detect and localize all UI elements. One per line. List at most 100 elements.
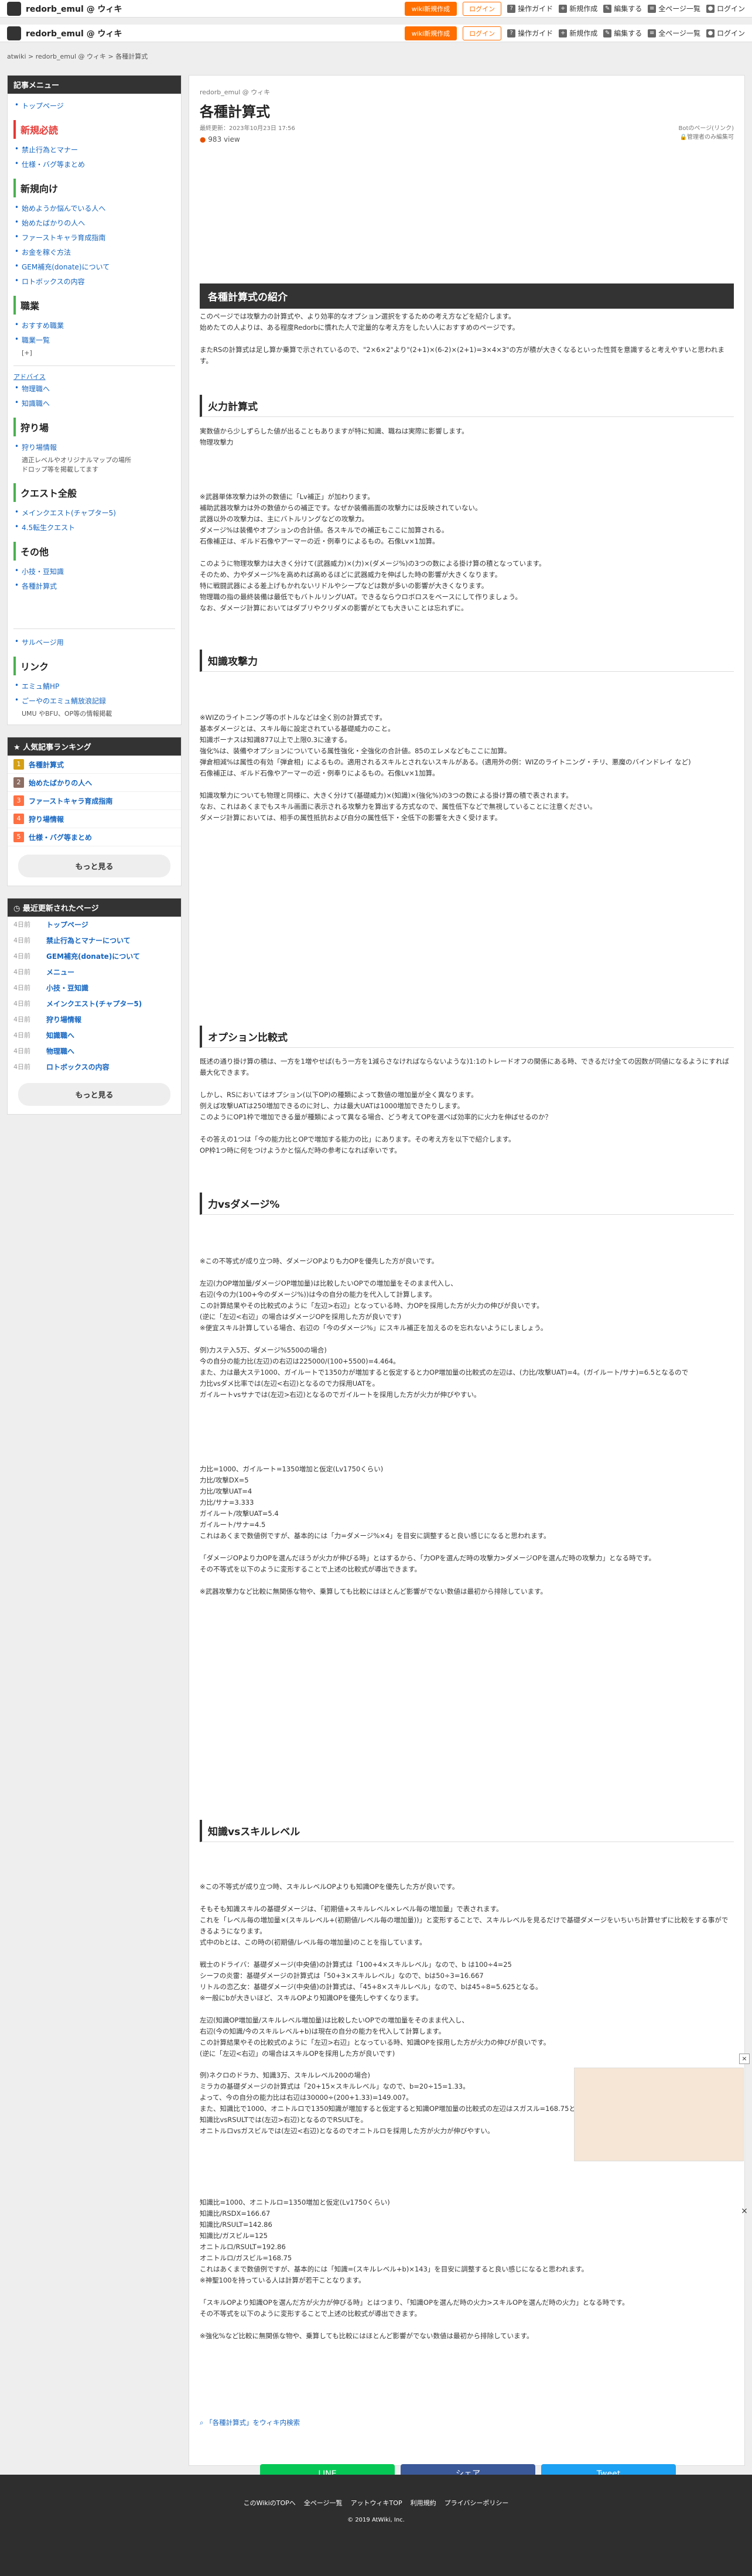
ranking-link[interactable]: ファーストキャラ育成指南 — [29, 796, 112, 806]
ranking-item[interactable]: 1 各種計算式 — [8, 756, 181, 774]
site-logo[interactable] — [7, 1, 21, 16]
recent-link[interactable]: 狩り場情報 — [46, 1014, 81, 1024]
recent-link[interactable]: メインクエスト(チャプター5) — [46, 999, 142, 1009]
sidebar-item[interactable]: 各種計算式 — [13, 579, 175, 593]
sidebar-item[interactable]: エミュ鯖HP — [13, 679, 175, 693]
sidebar-item[interactable]: 知識職へ — [13, 396, 175, 411]
sidebar-item[interactable]: 小技・豆知識 — [13, 564, 175, 579]
footer-link[interactable]: アットウィキTOP — [351, 2498, 402, 2507]
footer-link[interactable]: プライバシーポリシー — [445, 2498, 509, 2507]
recent-link[interactable]: 禁止行為とマナーについて — [46, 935, 131, 945]
site-title[interactable]: redorb_emul @ ウィキ — [26, 28, 122, 39]
edit-link[interactable]: ✎ 編集する — [603, 28, 642, 38]
recent-link[interactable]: 知識職へ — [46, 1030, 74, 1040]
ranking-link[interactable]: 狩り場情報 — [29, 814, 64, 824]
sidebar-item[interactable]: お金を稼ぐ方法 — [13, 245, 175, 259]
expand-toggle[interactable]: [+] — [13, 347, 175, 360]
ranking-item[interactable]: 3 ファーストキャラ育成指南 — [8, 792, 181, 810]
phys-text-2: ※武器単体攻撃力は外の数値に「Lv補正」が加わります。 補助武器攻撃力は外の数値… — [200, 493, 546, 612]
bot-link[interactable]: Botのページ(リンク) — [678, 123, 734, 132]
recent-date: 4日前 — [13, 1063, 30, 1071]
recent-item[interactable]: 4日前 メインクエスト(チャプター5) — [8, 996, 181, 1012]
footer-links: このWikiのTOPへ 全ページ一覧 アットウィキTOP 利用規約 プライバシーポリシー — [0, 2498, 752, 2507]
footer-link[interactable]: このWikiのTOPへ — [244, 2498, 296, 2507]
ranking-item[interactable]: 2 始めたばかりの人へ — [8, 774, 181, 792]
recent-date: 4日前 — [13, 952, 30, 960]
all-pages-link[interactable]: ≡ 全ページ一覧 — [648, 28, 700, 38]
section-new: 新規向け — [13, 179, 175, 197]
recent-item[interactable]: 4日前 小技・豆知識 — [8, 980, 181, 996]
sidebar-item[interactable]: おすすめ職業 — [13, 318, 175, 333]
ranking-item[interactable]: 4 狩り場情報 — [8, 810, 181, 828]
sidebar-item[interactable]: 狩り場情報 — [13, 440, 175, 455]
recent-link[interactable]: GEM補充(donate)について — [46, 951, 140, 961]
fire-icon: ● — [200, 135, 208, 144]
wiki-create-button[interactable]: wiki新規作成 — [404, 26, 457, 40]
sidebar-item[interactable]: 職業一覧 — [13, 333, 175, 347]
ranking-link[interactable]: 始めたばかりの人へ — [29, 778, 92, 788]
lock-icon: 🔒 — [679, 134, 687, 141]
login-top-button[interactable]: ログイン — [463, 26, 502, 40]
ranking-item[interactable]: 5 仕様・バグ等まとめ — [8, 828, 181, 846]
sidebar-item[interactable]: 禁止行為とマナー — [13, 142, 175, 157]
recent-item[interactable]: 4日前 狩り場情報 — [8, 1012, 181, 1027]
sidebar-item[interactable]: 物理職へ — [13, 381, 175, 396]
ranking-link[interactable]: 仕様・バグ等まとめ — [29, 832, 92, 842]
recent-item[interactable]: 4日前 ロトボックスの内容 — [8, 1059, 181, 1075]
guide-link[interactable]: ? 操作ガイド — [507, 4, 553, 13]
recent-item[interactable]: 4日前 トップページ — [8, 917, 181, 932]
ad-close-icon[interactable]: × — [739, 2054, 750, 2064]
sidebar-item[interactable]: 始めたばかりの人へ — [13, 216, 175, 230]
recent-item[interactable]: 4日前 禁止行為とマナーについて — [8, 932, 181, 948]
sidebar-item[interactable]: ロトボックスの内容 — [13, 274, 175, 289]
login-top-button[interactable]: ログイン — [463, 1, 502, 16]
edit-link[interactable]: ✎ 編集する — [603, 4, 642, 13]
sidebar-item[interactable]: 仕様・バグ等まとめ — [13, 157, 175, 172]
wiki-create-button[interactable]: wiki新規作成 — [404, 1, 457, 16]
sidebar-item[interactable]: ごーやのエミュ鯖放浪記録 — [13, 693, 175, 708]
ranking-more-button[interactable]: もっと見る — [18, 855, 170, 877]
recent-link[interactable]: 物理職へ — [46, 1046, 74, 1056]
guide-link[interactable]: ? 操作ガイド — [507, 28, 553, 38]
site-title[interactable]: redorb_emul @ ウィキ — [26, 3, 122, 15]
recent-item[interactable]: 4日前 物理職へ — [8, 1043, 181, 1059]
recent-link[interactable]: メニュー — [46, 967, 74, 977]
all-pages-link[interactable]: ≡ 全ページ一覧 — [648, 4, 700, 13]
section-intro-heading: 各種計算式の紹介 — [200, 283, 734, 309]
sidebar: 記事メニュー トップページ 新規必読 禁止行為とマナー 仕様・バグ等まとめ 新規… — [7, 75, 182, 1126]
recent-link[interactable]: 小技・豆知識 — [46, 983, 88, 993]
ranking-link[interactable]: 各種計算式 — [29, 760, 64, 770]
footer-link[interactable]: 全ページ一覧 — [304, 2498, 343, 2507]
footer-link[interactable]: 利用規約 — [411, 2498, 436, 2507]
site-logo[interactable] — [7, 26, 21, 40]
page-title: 各種計算式 — [200, 104, 270, 120]
sidebar-item[interactable]: GEM補充(donate)について — [13, 259, 175, 274]
sidebar-item[interactable]: ファーストキャラ育成指南 — [13, 230, 175, 245]
sidebar-item-top[interactable]: トップページ — [13, 98, 175, 113]
recent-box: ◷ 最近更新されたページ 4日前 トップページ 4日前 禁止行為とマナーについて 4日前… — [7, 898, 182, 1115]
new-page-link[interactable]: + 新規作成 — [559, 28, 597, 38]
sidebar-item[interactable]: メインクエスト(チャプター5) — [13, 505, 175, 520]
recent-item[interactable]: 4日前 GEM補充(donate)について — [8, 948, 181, 964]
recent-date: 4日前 — [13, 1047, 30, 1055]
new-page-link[interactable]: + 新規作成 — [559, 4, 597, 13]
main-crumb[interactable]: redorb_emul @ ウィキ — [200, 87, 734, 97]
login-link[interactable]: ● ログイン — [706, 4, 745, 13]
recent-link[interactable]: トップページ — [46, 920, 88, 930]
recent-item[interactable]: 4日前 知識職へ — [8, 1027, 181, 1043]
ad-close-icon-2[interactable]: × — [739, 2206, 750, 2216]
rank-number: 5 — [13, 832, 24, 842]
ranking-list: 1 各種計算式 2 始めたばかりの人へ 3 ファーストキャラ育成指南 4 狩り場情報 5 仕様・バ… — [8, 756, 181, 846]
advice-heading[interactable]: アドバイス — [13, 372, 175, 381]
wiki-search-link[interactable]: ⌕ 「各種計算式」をウィキ内検索 — [200, 2417, 734, 2428]
sidebar-item[interactable]: サルベージ用 — [13, 635, 175, 650]
recent-item[interactable]: 4日前 メニュー — [8, 964, 181, 980]
recent-link[interactable]: ロトボックスの内容 — [46, 1062, 110, 1072]
sidebar-item[interactable]: 4.5転生クエスト — [13, 520, 175, 535]
sidebar-item[interactable]: 始めようか悩んでいる人へ — [13, 201, 175, 216]
login-link[interactable]: ● ログイン — [706, 28, 745, 38]
breadcrumb[interactable]: atwiki > redorb_emul @ ウィキ > 各種計算式 — [7, 52, 148, 61]
ad-banner[interactable] — [574, 2068, 744, 2161]
recent-date: 4日前 — [13, 1000, 30, 1007]
recent-more-button[interactable]: もっと見る — [18, 1083, 170, 1106]
